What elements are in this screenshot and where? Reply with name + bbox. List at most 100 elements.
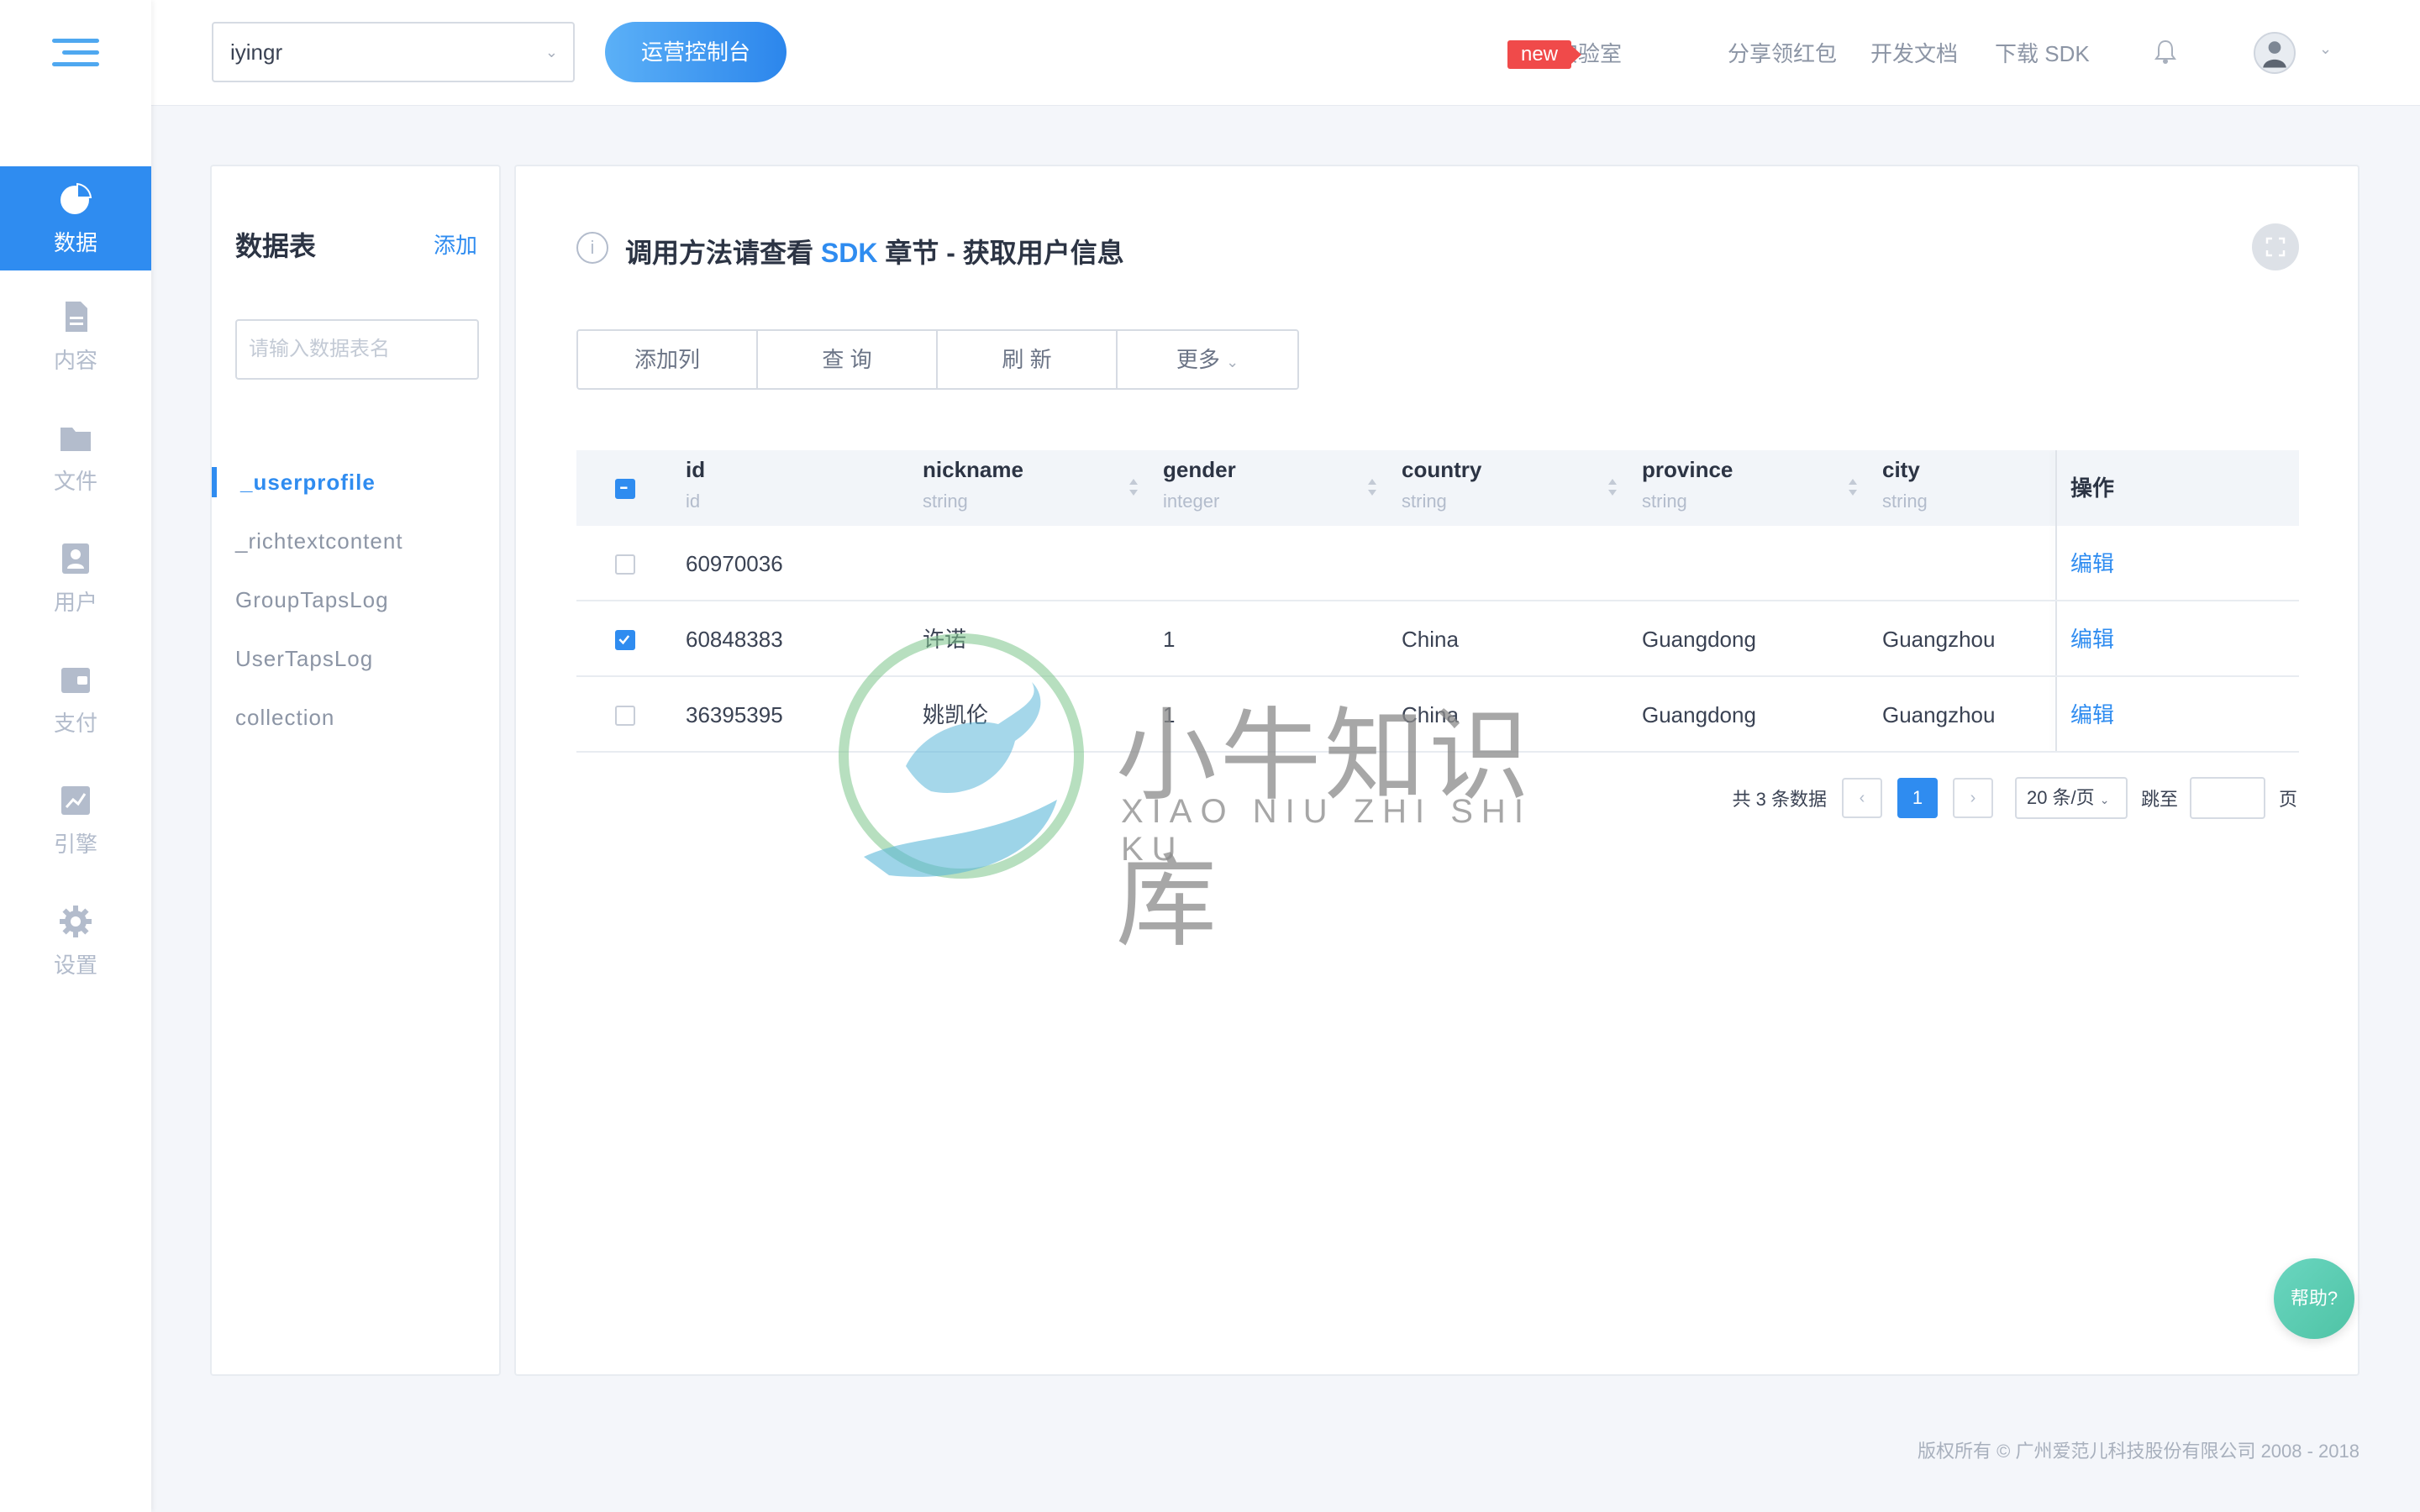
table-search-input[interactable] <box>235 319 479 380</box>
table-row: 60970036 编辑 <box>576 526 2299 601</box>
edit-link[interactable]: 编辑 <box>2070 677 2114 753</box>
col-header-nickname[interactable]: nickname <box>923 457 1023 483</box>
row-checkbox[interactable] <box>615 706 635 726</box>
fullscreen-icon[interactable] <box>2252 223 2299 270</box>
page-1-button[interactable]: 1 <box>1897 778 1938 818</box>
info-text: 调用方法请查看 SDK 章节 - 获取用户信息 <box>625 232 1124 270</box>
fixed-column-divider <box>2055 526 2057 600</box>
document-icon <box>57 298 94 335</box>
nav-item-users[interactable]: 用户 <box>0 526 151 630</box>
fixed-column-divider <box>2055 450 2057 526</box>
nav-item-settings[interactable]: 设置 <box>0 889 151 993</box>
docs-link[interactable]: 开发文档 <box>1870 37 1958 68</box>
table-item-userprofile[interactable]: _userprofile <box>212 459 501 506</box>
next-page-button[interactable]: › <box>1952 778 1993 818</box>
row-checkbox[interactable] <box>615 630 635 650</box>
chevron-down-icon: ⌄ <box>2099 793 2110 806</box>
col-header-city[interactable]: city <box>1882 457 1920 483</box>
col-type-country: string <box>1402 491 1447 512</box>
toolbar-button-group: 添加列 查 询 刷 新 更多 ⌄ <box>576 329 1299 390</box>
prev-page-button[interactable]: ‹ <box>1841 778 1882 818</box>
table-item-grouptapslog[interactable]: GroupTapsLog <box>212 576 501 623</box>
page-size-select[interactable]: 20 条/页 ⌄ <box>2014 777 2128 819</box>
nav-label: 用户 <box>53 589 97 615</box>
cell-province: Guangdong <box>1642 702 1756 727</box>
total-count: 共 3 条数据 <box>1732 789 1827 810</box>
cell-country: China <box>1402 627 1459 652</box>
nav-item-content[interactable]: 内容 <box>0 284 151 388</box>
col-header-gender[interactable]: gender <box>1163 457 1236 483</box>
col-header-id[interactable]: id <box>686 457 705 483</box>
app-selector-value: iyingr <box>230 39 283 65</box>
gear-icon <box>57 903 94 940</box>
nav-label: 设置 <box>53 952 97 978</box>
sdk-link[interactable]: SDK <box>821 238 878 268</box>
cell-id: 60848383 <box>686 627 783 652</box>
nav-item-files[interactable]: 文件 <box>0 405 151 509</box>
cell-nickname: 许诺 <box>923 627 967 652</box>
nav-item-payment[interactable]: 支付 <box>0 647 151 751</box>
add-table-link[interactable]: 添加 <box>434 228 477 260</box>
cell-city: Guangzhou <box>1882 627 1996 652</box>
download-sdk-link[interactable]: 下载 SDK <box>1995 37 2090 68</box>
table-row: 60848383 许诺 1 China Guangdong Guangzhou … <box>576 601 2299 677</box>
col-type-province: string <box>1642 491 1687 512</box>
trend-chart-icon <box>57 782 94 819</box>
sort-icon[interactable] <box>1607 475 1618 499</box>
cell-city: Guangzhou <box>1882 702 1996 727</box>
left-nav: 数据 内容 文件 用户 支付 引擎 设置 <box>0 0 151 1512</box>
table-item-usertapslog[interactable]: UserTapsLog <box>212 635 501 682</box>
tables-title: 数据表 <box>235 231 317 261</box>
query-button[interactable]: 查 询 <box>758 331 938 388</box>
col-type-gender: integer <box>1163 491 1220 512</box>
share-link[interactable]: 分享领红包 <box>1728 37 1837 68</box>
cell-province: Guangdong <box>1642 627 1756 652</box>
more-button[interactable]: 更多 ⌄ <box>1118 331 1297 388</box>
col-header-province[interactable]: province <box>1642 457 1733 483</box>
bell-icon[interactable] <box>2153 39 2178 66</box>
table-item-richtextcontent[interactable]: _richtextcontent <box>212 517 501 564</box>
more-label: 更多 <box>1176 347 1220 372</box>
console-button[interactable]: 运营控制台 <box>605 22 786 82</box>
cell-gender: 1 <box>1163 702 1176 727</box>
hamburger-menu-icon[interactable] <box>52 39 99 69</box>
row-checkbox[interactable] <box>615 554 635 575</box>
top-bar: iyingr ⌄ 运营控制台 实验室 new 分享领红包 开发文档 下载 SDK… <box>151 0 2420 106</box>
col-type-nickname: string <box>923 491 968 512</box>
refresh-button[interactable]: 刷 新 <box>938 331 1118 388</box>
col-header-ops: 操作 <box>2070 475 2115 501</box>
col-type-id: id <box>686 491 701 512</box>
cell-id: 36395395 <box>686 702 783 727</box>
tables-panel: 数据表 添加 _userprofile _richtextcontent Gro… <box>210 165 501 1376</box>
sort-icon[interactable] <box>1847 475 1859 499</box>
sort-icon[interactable] <box>1366 475 1378 499</box>
edit-link[interactable]: 编辑 <box>2070 526 2114 601</box>
add-column-button[interactable]: 添加列 <box>578 331 758 388</box>
page-suffix: 页 <box>2278 789 2297 810</box>
pie-chart-icon <box>57 181 94 218</box>
info-icon: i <box>576 232 608 264</box>
footer-copyright: 版权所有 © 广州爱范儿科技股份有限公司 2008 - 2018 <box>1918 1441 2360 1462</box>
nav-item-engine[interactable]: 引擎 <box>0 768 151 872</box>
cell-id: 60970036 <box>686 551 783 576</box>
chevron-down-icon[interactable]: ⌄ <box>2319 40 2332 58</box>
help-button[interactable]: 帮助? <box>2274 1258 2354 1339</box>
nav-label: 支付 <box>53 710 97 736</box>
select-all-checkbox[interactable] <box>615 479 635 499</box>
app-selector[interactable]: iyingr ⌄ <box>212 22 575 82</box>
fixed-column-divider <box>2055 601 2057 675</box>
nav-label: 数据 <box>53 229 97 255</box>
edit-link[interactable]: 编辑 <box>2070 601 2114 677</box>
pagination: 共 3 条数据 ‹ 1 › 20 条/页 ⌄ 跳至 页 <box>1732 776 2297 820</box>
col-header-country[interactable]: country <box>1402 457 1481 483</box>
nav-label: 引擎 <box>53 831 97 857</box>
col-type-city: string <box>1882 491 1928 512</box>
avatar[interactable] <box>2254 32 2296 74</box>
jump-page-input[interactable] <box>2189 777 2265 819</box>
table-item-collection[interactable]: collection <box>212 694 501 741</box>
sort-icon[interactable] <box>1128 475 1139 499</box>
cell-gender: 1 <box>1163 627 1176 652</box>
info-prefix: 调用方法请查看 <box>625 238 821 268</box>
nav-item-data[interactable]: 数据 <box>0 166 151 270</box>
folder-icon <box>57 419 94 456</box>
